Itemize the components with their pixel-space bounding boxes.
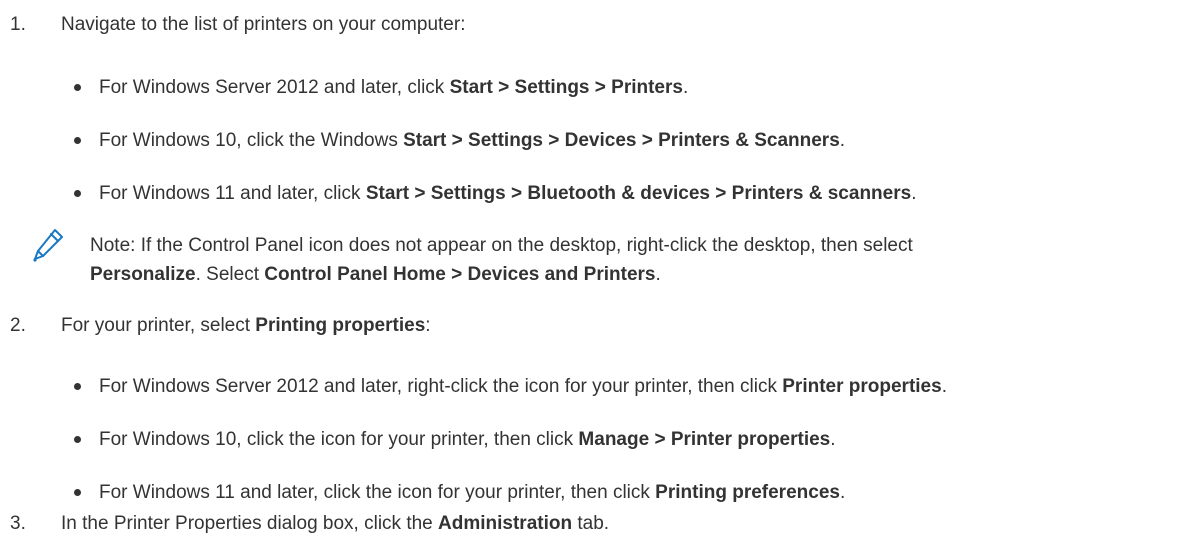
menu-path: Start > Settings > Bluetooth & devices >…: [365, 183, 912, 204]
step-text: In the Printer Properties dialog box, cl…: [61, 512, 609, 536]
bullet-dot: [74, 84, 81, 91]
list-item-punct: .: [839, 130, 846, 151]
pencil-icon: [30, 226, 66, 266]
note-text-mid: . Select: [195, 264, 265, 285]
list-item-text: For Windows Server 2012 and later, right…: [99, 376, 783, 397]
list-item-text: For Windows 10, click the Windows: [99, 130, 404, 151]
list-item: For Windows Server 2012 and later, click…: [99, 76, 688, 100]
bullet-dot: [74, 489, 81, 496]
list-item-punct: .: [911, 183, 917, 204]
list-item: For Windows 11 and later, click the icon…: [99, 481, 845, 505]
menu-path: Printing preferences: [655, 482, 840, 503]
bullet-dot: [74, 436, 81, 443]
list-item-text: For Windows 11 and later, click the icon…: [99, 482, 656, 503]
list-item: For Windows Server 2012 and later, right…: [99, 375, 947, 399]
list-item-punct: .: [839, 482, 846, 503]
step-number: 3.: [10, 513, 26, 534]
step-text-pre: For your printer, select: [61, 315, 256, 336]
step-number: 2.: [10, 315, 26, 336]
step-text-pre: In the Printer Properties dialog box, cl…: [61, 513, 439, 534]
list-item-punct: .: [830, 429, 836, 450]
bullet-dot: [74, 190, 81, 197]
step-text-post: tab.: [572, 513, 610, 534]
menu-path: Manage > Printer properties: [578, 429, 831, 450]
bullet-dot: [74, 383, 81, 390]
list-item-text: For Windows 10, click the icon for your …: [99, 429, 579, 450]
step-text-post: :: [425, 315, 431, 336]
note-text: Note: If the Control Panel icon does not…: [90, 235, 913, 256]
step-text: Navigate to the list of printers on your…: [61, 14, 466, 35]
list-item: For Windows 11 and later, click Start > …: [99, 182, 916, 206]
list-item-punct: .: [682, 77, 689, 98]
note-text: Personalize. Select Control Panel Home >…: [90, 263, 661, 287]
bullet-dot: [74, 137, 81, 144]
list-item-punct: .: [941, 376, 947, 397]
step-number: 1.: [10, 14, 26, 35]
list-item: For Windows 10, click the icon for your …: [99, 428, 836, 452]
menu-path: Administration: [438, 513, 573, 534]
menu-path: Printer properties: [782, 376, 942, 397]
list-item-text: For Windows 11 and later, click: [99, 183, 366, 204]
menu-path: Start > Settings > Printers: [449, 77, 683, 98]
step-text: For your printer, select Printing proper…: [61, 314, 431, 338]
list-item-text: For Windows Server 2012 and later, click: [99, 77, 450, 98]
menu-path: Start > Settings > Devices > Printers & …: [403, 130, 840, 151]
note-text-punct: .: [655, 264, 661, 285]
menu-path: Personalize: [90, 264, 196, 285]
menu-path: Printing properties: [255, 315, 426, 336]
list-item: For Windows 10, click the Windows Start …: [99, 129, 845, 153]
menu-path: Control Panel Home > Devices and Printer…: [264, 264, 656, 285]
